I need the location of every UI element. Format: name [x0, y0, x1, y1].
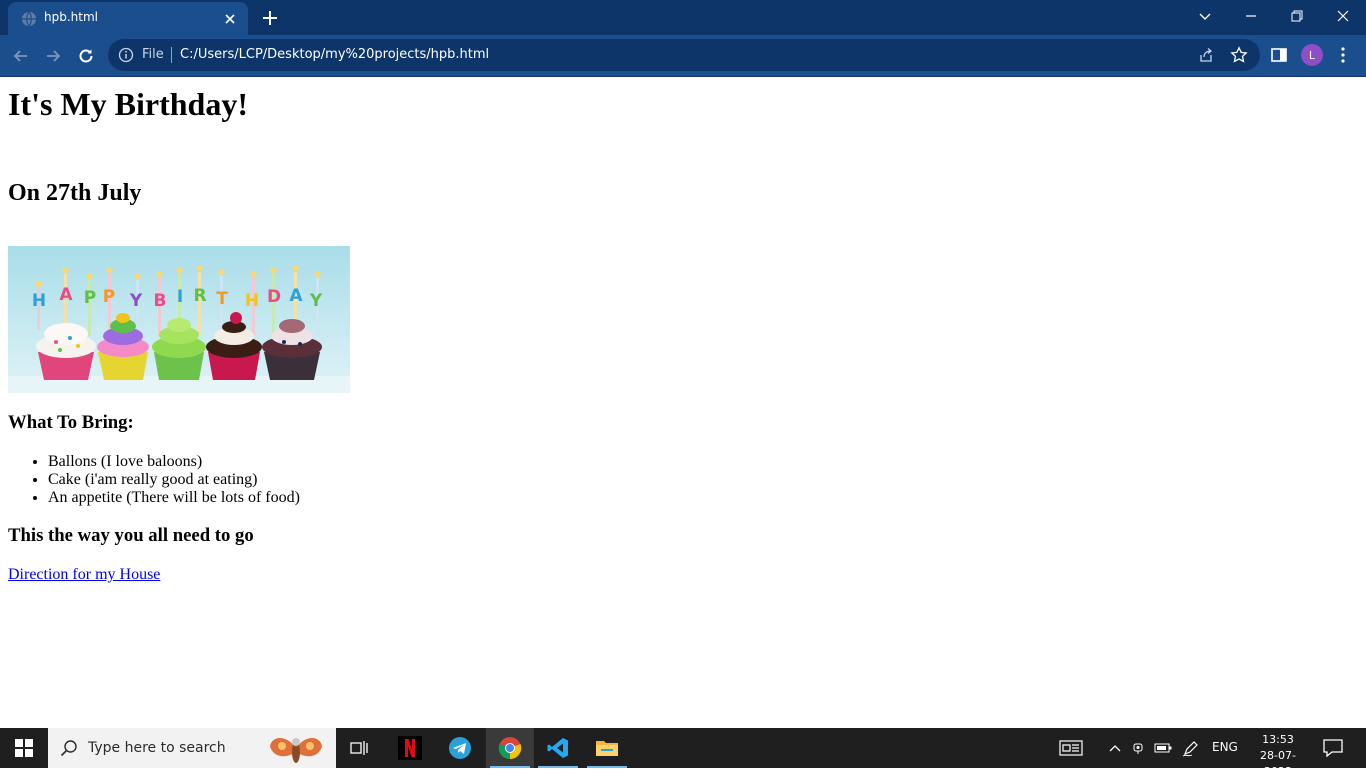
system-clock[interactable]: 13:53 28-07-2023 — [1248, 732, 1308, 780]
tab-title: hpb.html — [44, 10, 98, 24]
clock-date: 28-07-2023 — [1260, 749, 1296, 778]
url-text[interactable]: C:/Users/LCP/Desktop/my%20projects/hpb.h… — [180, 47, 489, 62]
clock-time: 13:53 — [1262, 733, 1294, 746]
vscode-icon[interactable] — [534, 728, 582, 768]
meet-now-icon[interactable] — [1130, 740, 1148, 756]
chrome-icon[interactable] — [486, 728, 534, 768]
taskbar-search-box[interactable]: Type here to search — [48, 728, 336, 768]
info-icon[interactable] — [118, 47, 134, 63]
restore-icon[interactable] — [1274, 0, 1320, 32]
svg-text:Y: Y — [309, 291, 323, 311]
task-view-icon[interactable] — [336, 728, 384, 768]
svg-text:A: A — [59, 285, 73, 305]
bring-heading: What To Bring: — [8, 412, 134, 433]
bookmark-star-icon[interactable] — [1230, 46, 1248, 64]
page-title: It's My Birthday! — [8, 86, 248, 122]
close-window-icon[interactable] — [1320, 0, 1366, 32]
list-item: Cake (i'am really good at eating) — [48, 471, 300, 489]
search-placeholder: Type here to search — [88, 740, 226, 756]
svg-text:A: A — [289, 286, 303, 306]
svg-text:P: P — [84, 288, 96, 308]
address-bar[interactable]: File C:/Users/LCP/Desktop/my%20projects/… — [108, 39, 1260, 71]
svg-text:D: D — [267, 287, 281, 307]
date-heading: On 27th July — [8, 180, 142, 206]
svg-text:T: T — [216, 289, 228, 309]
scheme-label: File — [142, 47, 164, 62]
show-hidden-icons-chevron-icon[interactable] — [1106, 740, 1124, 756]
file-explorer-icon[interactable] — [583, 728, 631, 768]
globe-icon — [22, 11, 36, 27]
telegram-icon[interactable] — [436, 728, 484, 768]
svg-text:H: H — [32, 291, 46, 311]
battery-icon[interactable] — [1154, 740, 1172, 756]
browser-toolbar: File C:/Users/LCP/Desktop/my%20projects/… — [0, 35, 1366, 77]
birthday-cupcakes-banner: H A P P Y B I R T H D A Y — [8, 246, 350, 393]
directions-link[interactable]: Direction for my House — [8, 566, 160, 584]
notification-center-icon[interactable] — [1322, 738, 1344, 758]
netflix-icon[interactable] — [386, 728, 434, 768]
address-divider — [171, 47, 172, 63]
bring-list: Ballons (I love baloons) Cake (i'am real… — [8, 453, 300, 507]
news-widget-icon[interactable] — [1058, 740, 1084, 756]
search-icon — [60, 740, 77, 757]
windows-taskbar: Type here to search ENG 13:53 28-07-2023 — [0, 728, 1366, 778]
browser-tab-strip: hpb.html — [0, 0, 1366, 35]
close-tab-icon[interactable] — [222, 11, 238, 27]
svg-text:Y: Y — [129, 291, 143, 311]
svg-text:B: B — [154, 291, 167, 311]
search-highlight-moth-icon — [270, 738, 322, 763]
browser-tab[interactable]: hpb.html — [8, 2, 248, 35]
profile-avatar[interactable]: L — [1301, 44, 1323, 66]
list-item: Ballons (I love baloons) — [48, 453, 300, 471]
svg-text:H: H — [245, 291, 259, 311]
svg-text:I: I — [177, 287, 183, 307]
back-arrow-icon[interactable] — [8, 43, 34, 69]
reload-icon[interactable] — [73, 43, 99, 69]
kebab-menu-icon[interactable] — [1333, 45, 1353, 65]
minimize-icon[interactable] — [1228, 0, 1274, 32]
page-content: It's My Birthday! On 27th July H A P P Y… — [0, 77, 1366, 728]
windows-start-icon[interactable] — [0, 728, 48, 768]
svg-text:P: P — [103, 287, 115, 307]
new-tab-plus-icon[interactable] — [258, 6, 282, 30]
forward-arrow-icon[interactable] — [40, 43, 66, 69]
list-item: An appetite (There will be lots of food) — [48, 489, 300, 507]
tab-search-chevron-icon[interactable] — [1182, 0, 1228, 32]
side-panel-icon[interactable] — [1269, 45, 1289, 65]
svg-text:R: R — [193, 286, 206, 306]
directions-heading: This the way you all need to go — [8, 525, 254, 546]
share-icon[interactable] — [1198, 47, 1214, 63]
pen-ink-icon[interactable] — [1182, 740, 1200, 757]
language-indicator[interactable]: ENG — [1212, 740, 1238, 754]
